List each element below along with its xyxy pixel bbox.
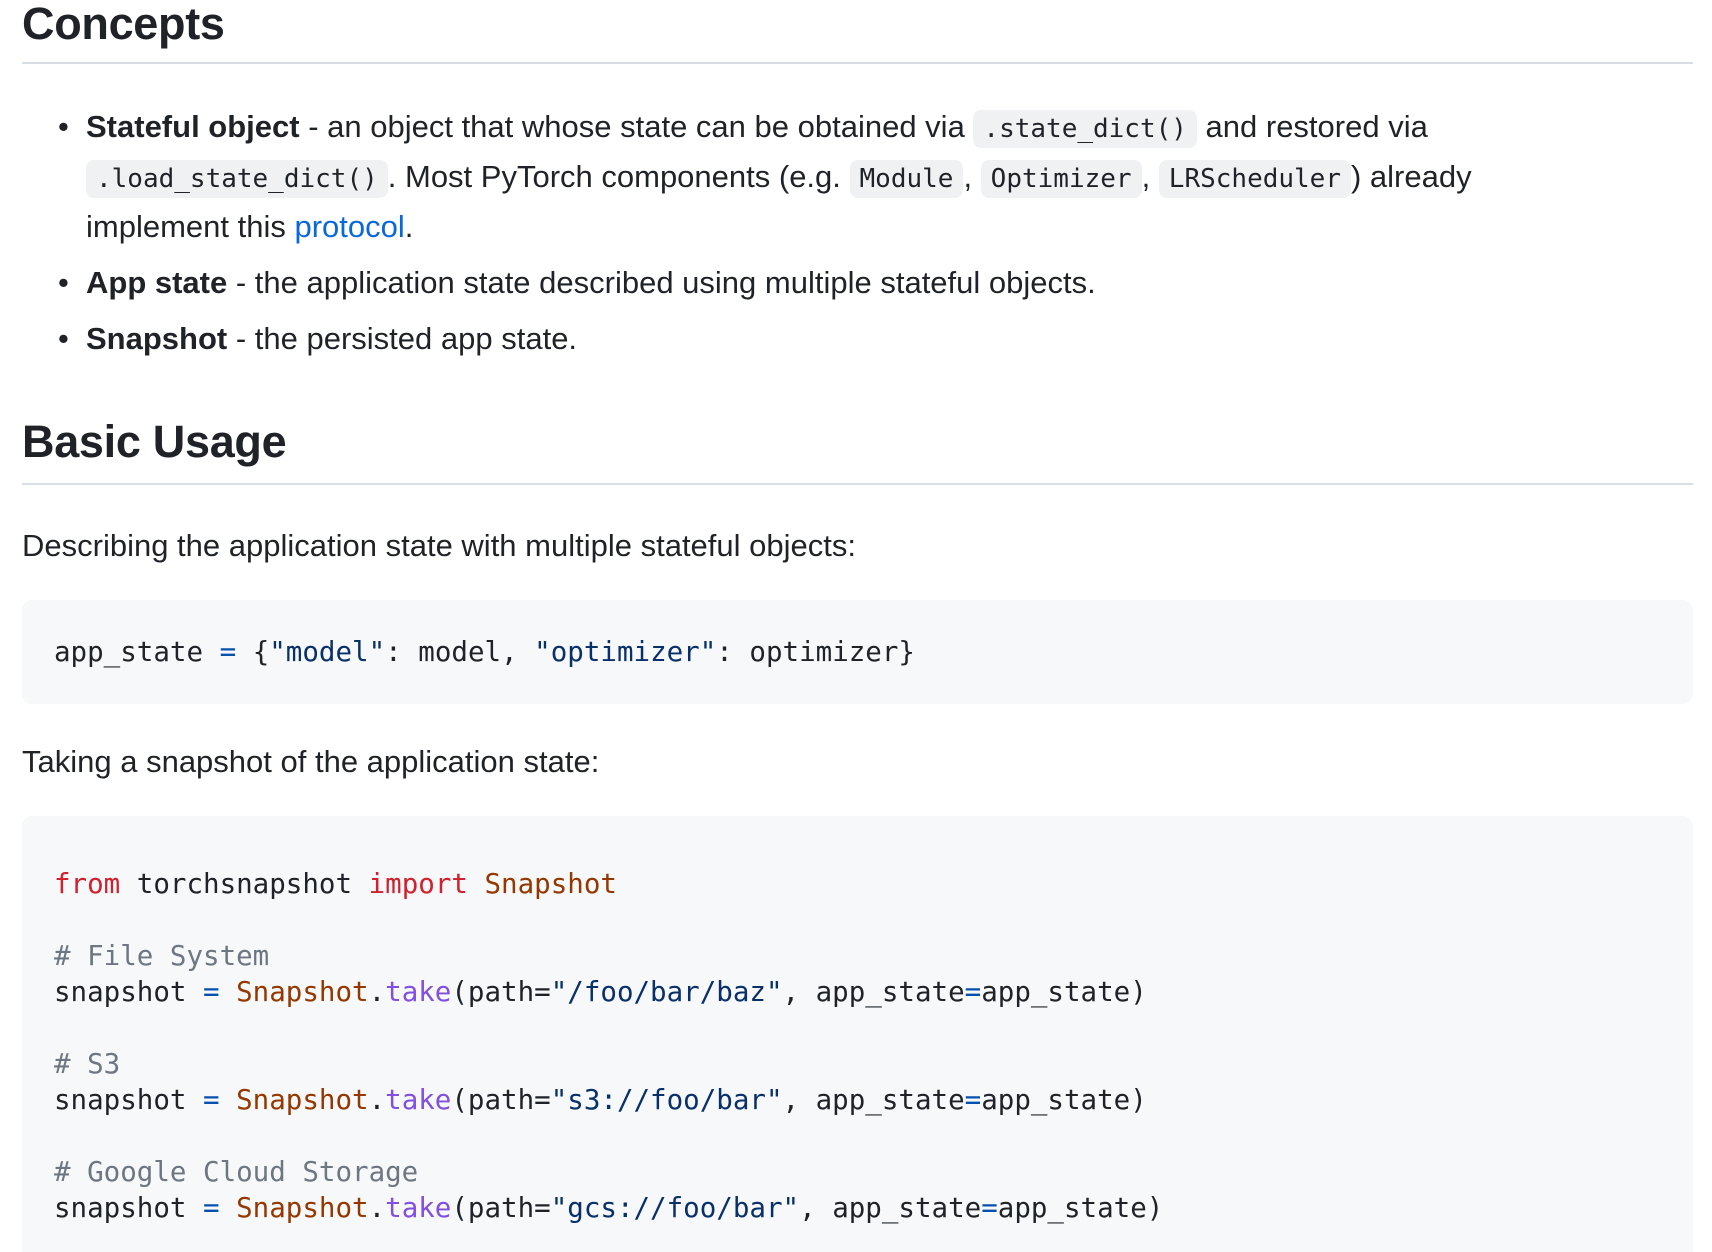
code-token: from (54, 868, 121, 900)
code-token: . (368, 1084, 386, 1116)
bullet-icon: • (58, 321, 69, 356)
code-block-app-state: app_state = {"model": model, "optimizer"… (22, 600, 1693, 704)
code-token: snapshot (54, 1192, 187, 1224)
code-token: "gcs://foo/bar" (550, 1192, 800, 1224)
bullet-icon: • (58, 265, 69, 300)
code-token: app_state (54, 636, 204, 668)
code-token: import (368, 868, 468, 900)
code-token: take (385, 1084, 452, 1116)
inline-code-state-dict: .state_dict() (973, 110, 1197, 148)
code-token: = (981, 1192, 998, 1224)
code-token: . (368, 976, 386, 1008)
code-token: snapshot (54, 1084, 187, 1116)
concepts-list: • Stateful object - an object that whose… (22, 103, 1602, 363)
readme-page: Concepts • Stateful object - an object t… (0, 0, 1712, 1252)
code-token: Snapshot (236, 1084, 369, 1116)
concepts-heading-rule (22, 62, 1693, 64)
concepts-heading: Concepts (22, 0, 225, 49)
code-token: = (203, 636, 253, 668)
code-token: "optimizer" (534, 636, 717, 668)
text: and restored via (1196, 109, 1428, 144)
code-token: snapshot (54, 976, 187, 1008)
code-token: = (186, 1084, 237, 1116)
code-token: : optimizer} (716, 636, 915, 668)
code-token: "model" (269, 636, 386, 668)
code-token: app_state) (981, 1084, 1147, 1116)
text: - the persisted app state. (227, 321, 578, 356)
code-token: Snapshot (236, 976, 369, 1008)
inline-code-module: Module (849, 160, 964, 198)
code-token: , app_state (799, 1192, 982, 1224)
code-token: app_state) (997, 1192, 1164, 1224)
code-token: (path= (451, 976, 551, 1008)
code-comment: # S3 (54, 1048, 121, 1080)
inline-code-lrscheduler: LRScheduler (1158, 160, 1351, 198)
code-token: = (964, 976, 982, 1008)
text: . Most PyTorch components (e.g. (387, 159, 850, 194)
protocol-link[interactable]: protocol (294, 209, 404, 244)
code-token: Snapshot (236, 1192, 369, 1224)
code-token: . (368, 1192, 386, 1224)
inline-code-optimizer: Optimizer (980, 160, 1142, 198)
code-token: (path= (451, 1084, 551, 1116)
code-token: : model, (385, 636, 535, 668)
code-token: take (385, 1192, 452, 1224)
text: ) already (1350, 159, 1472, 194)
code-token: (path= (451, 1192, 551, 1224)
code-token: "s3://foo/bar" (550, 1084, 783, 1116)
basic-usage-heading-rule (22, 483, 1693, 485)
code-token: = (186, 1192, 237, 1224)
code-token: "/foo/bar/baz" (550, 976, 783, 1008)
code-token: = (964, 1084, 982, 1116)
basic-usage-heading: Basic Usage (22, 416, 287, 467)
term-stateful-object: Stateful object (86, 109, 300, 144)
bullet-icon: • (58, 109, 69, 144)
list-item-snapshot: • Snapshot - the persisted app state. (22, 315, 1602, 363)
intro-paragraph-1: Describing the application state with mu… (22, 528, 856, 563)
code-token: , app_state (782, 976, 965, 1008)
text: , (1141, 159, 1159, 194)
text: . (404, 209, 414, 244)
code-token: { (252, 636, 270, 668)
code-content: from torchsnapshot import Snapshot # Fil… (54, 866, 1693, 1226)
term-snapshot: Snapshot (86, 321, 228, 356)
code-comment: # File System (54, 940, 270, 972)
code-token: = (186, 976, 237, 1008)
inline-code-load-state-dict: .load_state_dict() (86, 160, 388, 198)
code-comment: # Google Cloud Storage (54, 1156, 419, 1188)
code-line: app_state = {"model": model, "optimizer"… (54, 634, 1693, 670)
intro-paragraph-2: Taking a snapshot of the application sta… (22, 744, 600, 779)
list-item-stateful-object: • Stateful object - an object that whose… (22, 103, 1602, 251)
code-block-snapshot: from torchsnapshot import Snapshot # Fil… (22, 816, 1693, 1252)
code-token: app_state) (981, 976, 1147, 1008)
code-token: torchsnapshot (120, 868, 369, 900)
list-item-app-state: • App state - the application state desc… (22, 259, 1602, 307)
code-token: take (385, 976, 452, 1008)
text: - the application state described using … (227, 265, 1096, 300)
term-app-state: App state (86, 265, 228, 300)
text: implement this (86, 209, 295, 244)
code-token: , app_state (782, 1084, 965, 1116)
code-token: Snapshot (467, 868, 617, 900)
text: - an object that whose state can be obta… (299, 109, 974, 144)
text: , (963, 159, 981, 194)
